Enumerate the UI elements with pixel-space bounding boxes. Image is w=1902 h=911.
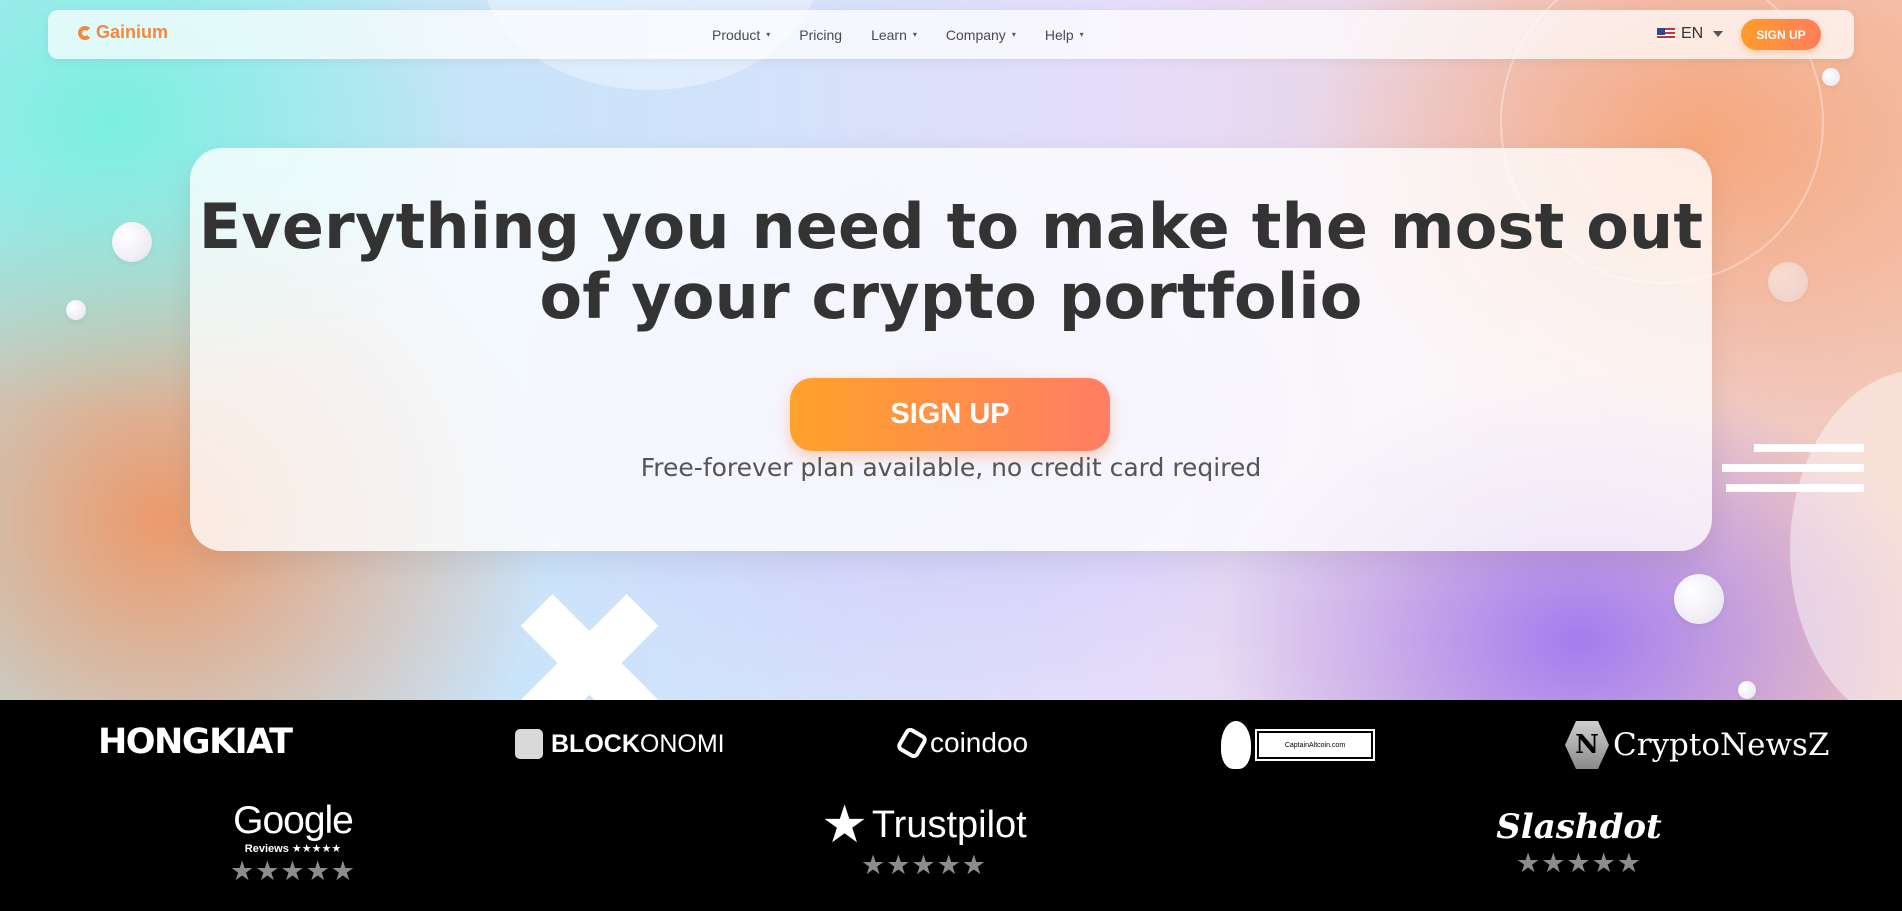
slashdot-badge[interactable]: Slashdot ★★★★★ xyxy=(1488,806,1670,878)
chevron-down-icon: ▾ xyxy=(1079,30,1084,39)
cryptonewsz-icon: N xyxy=(1565,721,1609,769)
gainium-logo-icon xyxy=(78,25,92,40)
trustpilot-star-icon: ★ xyxy=(821,796,868,854)
nav-item-label: Company xyxy=(945,26,1006,43)
nav-item-label: Product xyxy=(712,26,761,43)
cryptonewsz-text: CryptoNewsZ xyxy=(1613,727,1830,763)
slashdot-logo-text: Slashdot xyxy=(1496,807,1662,847)
logo-text: Gainium xyxy=(96,22,169,42)
decor-bubble xyxy=(1674,574,1724,624)
star-rating: ★★★★★ xyxy=(229,856,357,886)
star-rating: ★★★★★ xyxy=(860,850,988,880)
decor-bubble xyxy=(1768,262,1808,302)
decor-bubble xyxy=(66,300,86,320)
google-reviews-badge[interactable]: Google Reviews ★★★★★ ★★★★★ xyxy=(220,799,366,887)
trustpilot-badge[interactable]: ★ Trustpilot ★★★★★ xyxy=(818,796,1030,880)
blockonomi-logo[interactable]: BLOCKONOMI xyxy=(515,729,725,759)
decor-bubble xyxy=(112,222,152,262)
top-navbar: Gainium Product ▾ Pricing Learn ▾ Compan… xyxy=(48,10,1854,59)
decor-bubble xyxy=(1822,68,1840,86)
coindoo-text: coindoo xyxy=(930,727,1029,758)
google-logo-text: Google xyxy=(233,799,354,842)
nav-item-label: Learn xyxy=(871,26,907,43)
decor-half-circle xyxy=(1790,370,1902,700)
nav-item-label: Help xyxy=(1044,26,1074,43)
star-rating: ★★★★★ xyxy=(1515,848,1643,878)
chevron-down-icon: ▾ xyxy=(766,30,771,39)
chevron-down-icon: ▾ xyxy=(1011,30,1016,39)
hero-subtext: Free-forever plan available, no credit c… xyxy=(640,453,1262,482)
gainium-logo[interactable]: Gainium xyxy=(78,22,168,43)
nav-item-label: Pricing xyxy=(799,26,843,43)
hongkiat-logo[interactable]: HONGKIAT xyxy=(98,722,293,762)
us-flag-icon xyxy=(1657,28,1675,40)
decor-bubble xyxy=(1738,681,1756,699)
captainaltcoin-text: CaptainAltcoin.com xyxy=(1255,729,1375,761)
coindoo-icon xyxy=(895,725,929,761)
headline-line-1: Everything you need to make the most out xyxy=(198,190,1704,263)
nav-menu: Product ▾ Pricing Learn ▾ Company ▾ Help… xyxy=(712,10,1113,59)
nav-item-company[interactable]: Company ▾ xyxy=(946,27,1016,43)
nav-item-pricing[interactable]: Pricing xyxy=(799,27,842,43)
hero-headline: Everything you need to make the most out… xyxy=(190,192,1712,332)
nav-item-product[interactable]: Product ▾ xyxy=(712,27,770,43)
nav-item-help[interactable]: Help ▾ xyxy=(1045,27,1084,43)
coindoo-logo[interactable]: coindoo xyxy=(895,725,1029,761)
hero-background: Gainium Product ▾ Pricing Learn ▾ Compan… xyxy=(0,0,1902,700)
blockonomi-text: BLOCKONOMI xyxy=(551,729,725,758)
decorative-lines-icon xyxy=(1722,440,1864,495)
trustpilot-logo: ★ Trustpilot xyxy=(818,796,1030,854)
cryptonewsz-logo[interactable]: N CryptoNewsZ xyxy=(1565,721,1829,769)
hero-signup-button[interactable]: SIGN UP xyxy=(790,378,1110,451)
blockonomi-icon xyxy=(515,729,543,759)
captainaltcoin-logo[interactable]: CaptainAltcoin.com xyxy=(1221,721,1375,769)
hero-card: Everything you need to make the most out… xyxy=(190,148,1712,551)
caret-down-icon xyxy=(1713,31,1724,37)
google-reviews-subtext: Reviews ★★★★★ xyxy=(244,843,342,855)
language-label: EN xyxy=(1681,25,1704,42)
language-selector[interactable]: EN xyxy=(1657,25,1724,43)
chevron-down-icon: ▾ xyxy=(912,30,917,39)
skull-icon xyxy=(1221,721,1251,769)
headline-line-2: of your crypto portfolio xyxy=(539,260,1363,333)
trustpilot-text: Trustpilot xyxy=(871,804,1027,846)
nav-item-learn[interactable]: Learn ▾ xyxy=(871,27,917,43)
decorative-cross-icon xyxy=(520,594,659,700)
nav-signup-button[interactable]: SIGN UP xyxy=(1741,19,1821,50)
